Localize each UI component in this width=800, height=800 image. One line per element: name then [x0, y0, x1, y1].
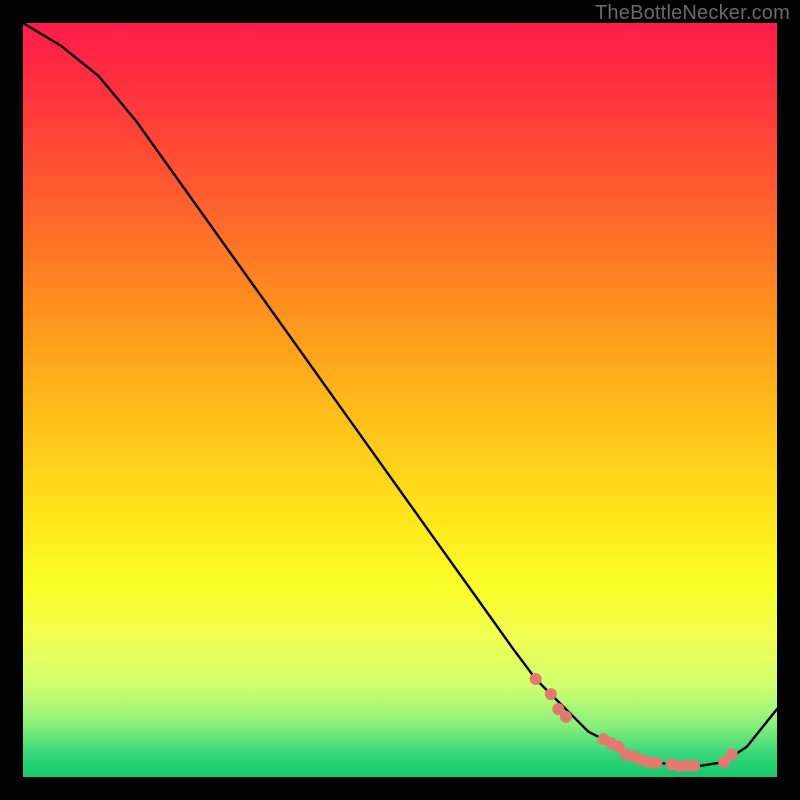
highlight-dot	[688, 760, 700, 772]
plot-area	[23, 23, 777, 777]
highlight-dot	[650, 757, 662, 769]
highlight-dot	[726, 748, 738, 760]
chart-frame: TheBottleNecker.com	[0, 0, 800, 800]
highlight-dot	[530, 673, 542, 685]
watermark-text: TheBottleNecker.com	[595, 2, 790, 25]
highlight-dots	[530, 673, 738, 772]
chart-overlay	[23, 23, 777, 777]
highlight-dot	[545, 688, 557, 700]
curve-line	[23, 23, 777, 766]
highlight-dot	[560, 711, 572, 723]
